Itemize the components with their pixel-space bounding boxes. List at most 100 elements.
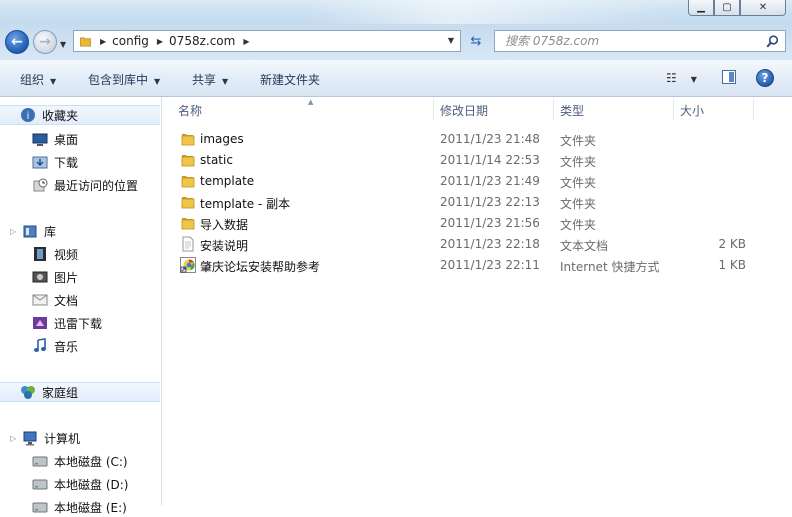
file-name: template (200, 174, 255, 188)
file-row[interactable]: static 2011/1/14 22:53 文件夹 (174, 150, 774, 171)
file-date: 2011/1/23 21:48 (440, 132, 540, 146)
file-row[interactable]: template - 副本 2011/1/23 22:13 文件夹 (174, 192, 774, 213)
share-button[interactable]: 共享 ▼ (192, 71, 228, 88)
nav-item-downloads[interactable]: 下载 (32, 152, 78, 172)
computer-icon (23, 431, 37, 446)
breadcrumb-config[interactable]: config (112, 34, 149, 48)
column-header-type[interactable]: 类型 (554, 99, 674, 121)
nav-item-label: 迅雷下载 (54, 316, 103, 331)
file-date: 2011/1/14 22:53 (440, 153, 540, 167)
search-input[interactable] (503, 33, 757, 49)
help-icon[interactable]: ? (756, 69, 774, 87)
file-type: 文件夹 (560, 176, 597, 190)
file-type: 文件夹 (560, 197, 597, 211)
file-row[interactable]: 导入数据 2011/1/23 21:56 文件夹 (174, 213, 774, 234)
breadcrumb-0758z[interactable]: 0758z.com (169, 34, 235, 48)
share-label: 共享 (192, 73, 217, 87)
nav-item-pictures[interactable]: 图片 (32, 267, 78, 287)
refresh-button[interactable]: ⇆ (464, 30, 488, 52)
search-icon[interactable] (766, 35, 779, 48)
file-name: static (200, 153, 233, 167)
file-size: 2 KB (718, 237, 746, 251)
file-type: 文件夹 (560, 155, 597, 169)
nav-item-videos[interactable]: 视频 (32, 244, 78, 264)
refresh-icon: ⇆ (470, 33, 482, 49)
column-header-date[interactable]: 修改日期 (434, 99, 554, 121)
nav-item-label: 本地磁盘 (E:) (54, 500, 127, 515)
new-folder-label: 新建文件夹 (260, 73, 321, 87)
file-row[interactable]: template 2011/1/23 21:49 文件夹 (174, 171, 774, 192)
expander-icon[interactable]: ▷ (10, 434, 20, 443)
command-bar: 组织 ▼ 包含到库中 ▼ 共享 ▼ 新建文件夹 ☷ ▼ ? (0, 60, 792, 97)
homegroup-icon (21, 386, 35, 399)
nav-item-desktop[interactable]: 桌面 (32, 129, 78, 149)
nav-homegroup[interactable]: 家庭组 (0, 382, 160, 402)
expander-icon[interactable]: ▷ (10, 227, 20, 236)
nav-libraries[interactable]: ▷ 库 (0, 221, 160, 241)
nav-item-recent-places[interactable]: 最近访问的位置 (32, 175, 138, 195)
column-header-name[interactable]: ▲ 名称 (172, 98, 434, 121)
nav-item-label: 桌面 (54, 132, 79, 147)
file-name: images (200, 132, 244, 146)
favorites-star-icon: i (21, 108, 35, 122)
breadcrumb-separator-icon[interactable]: ▶ (100, 37, 106, 46)
maximize-button[interactable]: ▢ (714, 0, 740, 16)
nav-computer[interactable]: ▷ 计算机 (0, 428, 160, 448)
nav-item-drive-c[interactable]: 本地磁盘 (C:) (32, 451, 128, 471)
file-row[interactable]: 安装说明 2011/1/23 22:18 文本文档 2 KB (174, 234, 774, 255)
close-button[interactable]: ✕ (740, 0, 786, 16)
chevron-down-icon: ▼ (222, 77, 229, 86)
details-view-icon: ☷ (666, 71, 677, 85)
address-bar[interactable]: ▶ config ▶ 0758z.com ▶ ▼ (73, 30, 461, 52)
library-icon (23, 225, 37, 238)
file-row[interactable]: 肇庆论坛安装帮助参考 2011/1/23 22:11 Internet 快捷方式 1 … (174, 255, 774, 276)
nav-item-music[interactable]: 音乐 (32, 336, 78, 356)
nav-item-documents[interactable]: 文档 (32, 290, 78, 310)
file-name: 安装说明 (200, 239, 249, 253)
search-box[interactable] (494, 30, 786, 52)
nav-favorites-label: 收藏夹 (42, 108, 79, 123)
file-date: 2011/1/23 21:56 (440, 216, 540, 230)
recent-pages-dropdown[interactable]: ▼ (60, 40, 66, 49)
nav-item-drive-d[interactable]: 本地磁盘 (D:) (32, 474, 128, 494)
nav-item-xunlei-downloads[interactable]: 迅雷下载 (32, 313, 102, 333)
file-date: 2011/1/23 22:11 (440, 258, 540, 272)
new-folder-button[interactable]: 新建文件夹 (260, 71, 320, 88)
sort-ascending-icon: ▲ (308, 98, 314, 106)
file-list-pane: ▲ 名称 修改日期 类型 大小 images 2011/1/23 21:48 文件夹… (162, 97, 792, 505)
folder-icon (180, 131, 196, 147)
column-header-size[interactable]: 大小 (674, 99, 754, 121)
file-type: 文本文档 (560, 239, 609, 253)
preview-pane-icon[interactable] (722, 70, 736, 84)
nav-item-drive-e[interactable]: 本地磁盘 (E:) (32, 497, 127, 517)
internet-shortcut-icon (180, 257, 196, 273)
back-button[interactable]: ← (5, 30, 29, 54)
include-in-library-button[interactable]: 包含到库中 ▼ (88, 71, 160, 88)
organize-button[interactable]: 组织 ▼ (20, 71, 56, 88)
file-date: 2011/1/23 22:13 (440, 195, 540, 209)
minimize-button[interactable]: ▁ (688, 0, 714, 16)
nav-item-label: 图片 (54, 270, 79, 285)
breadcrumb-separator-icon[interactable]: ▶ (243, 37, 249, 46)
breadcrumb-separator-icon[interactable]: ▶ (157, 37, 163, 46)
change-view-button[interactable]: ☷ ▼ (666, 71, 697, 85)
recent-places-icon (33, 178, 48, 192)
nav-favorites[interactable]: i 收藏夹 (0, 105, 160, 125)
nav-item-label: 音乐 (54, 339, 79, 354)
folder-icon (80, 36, 91, 46)
folder-icon (180, 152, 196, 168)
desktop-icon (32, 133, 48, 146)
text-file-icon (180, 236, 196, 252)
folder-icon (180, 215, 196, 231)
local-disk-icon (32, 456, 48, 467)
file-date: 2011/1/23 21:49 (440, 174, 540, 188)
videos-icon (34, 247, 46, 261)
nav-item-label: 本地磁盘 (C:) (54, 454, 128, 469)
forward-button[interactable]: → (33, 30, 57, 54)
file-row[interactable]: images 2011/1/23 21:48 文件夹 (174, 129, 774, 150)
address-history-dropdown[interactable]: ▼ (448, 36, 454, 45)
file-name: template - 副本 (200, 197, 291, 211)
file-size: 1 KB (718, 258, 746, 272)
documents-icon (32, 294, 48, 306)
file-type: 文件夹 (560, 218, 597, 232)
